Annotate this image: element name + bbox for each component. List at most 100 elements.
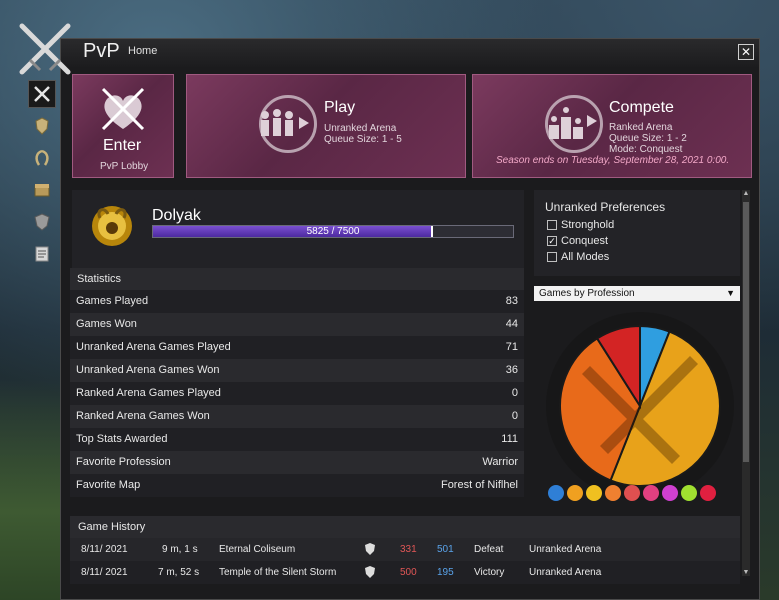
enter-label: Enter xyxy=(103,137,142,154)
history-date: 8/11/ 2021 xyxy=(81,567,128,578)
breadcrumb[interactable]: Home xyxy=(128,45,157,57)
rank-progress-bar: 5825 / 7500 xyxy=(152,225,514,238)
rank-name: Dolyak xyxy=(152,207,201,224)
history-duration: 9 m, 1 s xyxy=(162,544,198,555)
profession-legend-icon-2 xyxy=(586,485,602,501)
history-duration: 7 m, 52 s xyxy=(158,567,200,578)
enter-sublabel: PvP Lobby xyxy=(100,161,149,172)
rank-progress-text: 5825 / 7500 xyxy=(306,226,360,237)
scroll-down-icon[interactable]: ▼ xyxy=(742,569,750,576)
shield-wings-icon xyxy=(35,117,49,135)
unranked-preferences-panel: Unranked Preferences Stronghold ✓ Conque… xyxy=(534,190,740,276)
stat-row: Games Won 44 xyxy=(70,313,524,336)
player-rank-panel: Dolyak 5825 / 7500 xyxy=(72,190,524,268)
pvp-crossed-swords-icon xyxy=(19,23,71,75)
stat-row: Unranked Arena Games Played 71 xyxy=(70,336,524,359)
games-by-profession-dropdown[interactable]: Games by Profession ▼ xyxy=(534,286,740,301)
preferences-title: Unranked Preferences xyxy=(545,200,666,214)
profession-pie-chart xyxy=(546,312,734,500)
pref-label: Stronghold xyxy=(561,219,615,231)
history-map: Temple of the Silent Storm xyxy=(219,567,337,578)
stat-row: Unranked Arena Games Won 36 xyxy=(70,359,524,382)
title-bar xyxy=(61,39,759,67)
podium-figures-icon xyxy=(549,107,597,139)
party-figures-icon xyxy=(261,109,309,136)
stat-value: Forest of Niflhel xyxy=(440,479,518,491)
play-label: Play xyxy=(324,99,356,116)
profession-legend-icon-4 xyxy=(624,485,640,501)
stat-value: Warrior xyxy=(482,456,518,468)
stat-label: Games Won xyxy=(76,318,137,330)
game-history-header: Game History xyxy=(70,516,740,538)
dropdown-value: Games by Profession xyxy=(539,288,635,299)
guild-shield-icon xyxy=(34,213,50,231)
stat-value: 0 xyxy=(511,387,518,399)
stat-label: Unranked Arena Games Played xyxy=(76,341,231,353)
stat-label: Favorite Map xyxy=(76,479,141,491)
app-title: PvP xyxy=(83,40,120,62)
left-nav xyxy=(28,80,58,280)
history-map: Eternal Coliseum xyxy=(219,544,296,555)
stat-value: 111 xyxy=(501,433,518,445)
season-end-note: Season ends on Tuesday, September 28, 20… xyxy=(496,155,730,166)
pref-label: Conquest xyxy=(561,235,609,247)
statistics-header: Statistics xyxy=(70,268,524,290)
profession-legend-icon-1 xyxy=(567,485,583,501)
stat-label: Ranked Arena Games Won xyxy=(76,410,210,422)
enter-lobby-tile[interactable]: Enter PvP Lobby xyxy=(72,74,174,178)
nav-guild-button[interactable] xyxy=(28,208,56,236)
history-row[interactable]: 8/11/ 2021 9 m, 1 s Eternal Coliseum 331… xyxy=(70,538,740,561)
play-queue-size: Queue Size: 1 - 5 xyxy=(324,134,402,145)
scroll-icon xyxy=(35,246,49,262)
stat-label: Unranked Arena Games Won xyxy=(76,364,220,376)
nav-history-button[interactable] xyxy=(28,240,56,268)
stat-row: Favorite Profession Warrior xyxy=(70,451,524,474)
pref-stronghold-option[interactable]: Stronghold xyxy=(547,219,614,231)
stat-label: Ranked Arena Games Played xyxy=(76,387,221,399)
stat-value: 71 xyxy=(505,341,518,353)
all-modes-checkbox[interactable] xyxy=(547,252,557,262)
stat-row: Games Played 83 xyxy=(70,290,524,313)
profession-legend-icon-5 xyxy=(643,485,659,501)
stat-row: Top Stats Awarded 111 xyxy=(70,428,524,451)
stat-label: Top Stats Awarded xyxy=(76,433,168,445)
stat-row: Ranked Arena Games Won 0 xyxy=(70,405,524,428)
history-row[interactable]: 8/11/ 2021 7 m, 52 s Temple of the Silen… xyxy=(70,561,740,584)
nav-reward-tracks-button[interactable] xyxy=(28,176,56,204)
stronghold-checkbox[interactable] xyxy=(547,220,557,230)
stat-label: Games Played xyxy=(76,295,149,307)
nav-home-button[interactable] xyxy=(28,80,56,108)
compete-tile[interactable]: Compete Ranked Arena Queue Size: 1 - 2 M… xyxy=(472,74,752,178)
pref-label: All Modes xyxy=(561,251,610,263)
history-result: Victory xyxy=(474,567,505,578)
stat-label: Favorite Profession xyxy=(76,456,171,468)
game-history-panel: Game History 8/11/ 2021 9 m, 1 s Eternal… xyxy=(70,516,740,584)
blue-team-score: 501 xyxy=(437,544,454,555)
history-result: Defeat xyxy=(474,544,504,555)
pref-all-modes-option[interactable]: All Modes xyxy=(547,251,609,263)
background-grass xyxy=(0,380,60,600)
stat-row: Ranked Arena Games Played 0 xyxy=(70,382,524,405)
pref-conquest-option[interactable]: ✓ Conquest xyxy=(547,235,608,247)
chest-icon xyxy=(34,184,50,197)
play-tile[interactable]: Play Unranked Arena Queue Size: 1 - 5 xyxy=(186,74,466,178)
profession-legend-icon-8 xyxy=(700,485,716,501)
history-date: 8/11/ 2021 xyxy=(81,544,128,555)
profession-legend-icon-7 xyxy=(681,485,697,501)
nav-rewards-button[interactable] xyxy=(28,112,56,140)
close-button[interactable]: ✕ xyxy=(738,44,754,60)
history-game-type: Unranked Arena xyxy=(529,544,602,555)
profession-legend-icon-0 xyxy=(548,485,564,501)
compete-label: Compete xyxy=(609,99,674,116)
scrollbar[interactable]: ▲ ▼ xyxy=(742,190,750,576)
chevron-down-icon: ▼ xyxy=(726,288,735,298)
conquest-checkbox[interactable]: ✓ xyxy=(547,236,557,246)
scroll-up-icon[interactable]: ▲ xyxy=(742,190,750,197)
scroll-thumb[interactable] xyxy=(743,202,749,462)
laurel-icon xyxy=(35,149,49,166)
nav-leaderboard-button[interactable] xyxy=(28,144,56,172)
history-game-type: Unranked Arena xyxy=(529,567,602,578)
stat-value: 0 xyxy=(511,410,518,422)
profession-shield-icon xyxy=(364,565,376,588)
statistics-panel: Statistics Games Played 83 Games Won 44 Un… xyxy=(70,268,524,497)
